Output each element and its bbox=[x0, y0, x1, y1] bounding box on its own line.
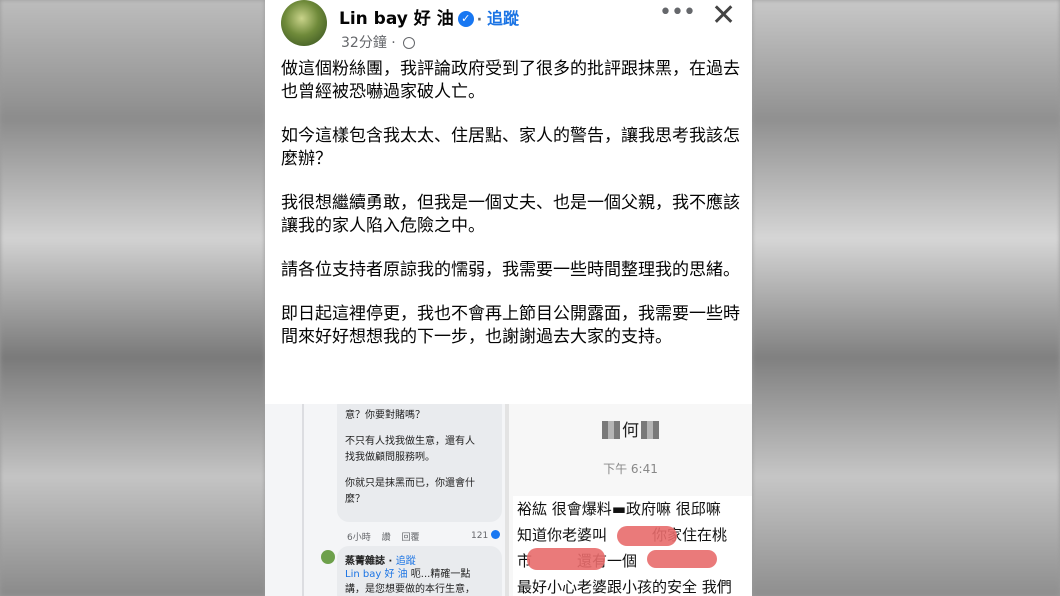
redaction-mark bbox=[527, 548, 605, 570]
commenter-name[interactable]: 蒸菁雜誌 bbox=[345, 556, 385, 567]
comment-line: Lin bay 好 油 呃...精確一點 bbox=[337, 567, 502, 582]
separator-dot: · bbox=[476, 12, 483, 28]
post-time[interactable]: 32分鐘 bbox=[341, 35, 387, 51]
message-line: 最好小心老婆跟小孩的安全 我們 bbox=[517, 578, 732, 596]
like-count-value: 121 bbox=[471, 531, 489, 541]
post-paragraph: 即日起這裡停更，我也不會再上節目公開露面，我需要一些時間來好好想想我的下一步，也… bbox=[281, 304, 740, 347]
like-icon bbox=[491, 530, 501, 539]
message-bubble: 裕紘 很會爆料▬政府嘛 很邱嘛 知道你老婆叫 你家住在桃 市 還有一個 最好小心… bbox=[513, 496, 752, 596]
chat-contact-name: 何 bbox=[509, 416, 752, 441]
like-action[interactable]: 讚 bbox=[382, 533, 391, 543]
comment-line: 找我做顧問服務咧。 bbox=[345, 452, 435, 463]
comment-line bbox=[337, 466, 502, 476]
follow-button[interactable]: 追蹤 bbox=[487, 9, 519, 28]
blurred-background-left bbox=[0, 0, 265, 596]
contact-name-text: 何 bbox=[622, 421, 639, 441]
comment-line: 麼？ bbox=[345, 494, 365, 505]
post-body: 做這個粉絲團，我評論政府受到了很多的批評跟抹黑，在過去也曾經被恐嚇過家破人亡。 … bbox=[281, 58, 741, 370]
post-header: Lin bay 好 油 ✓ · 追蹤 bbox=[339, 4, 519, 29]
comment-screenshot: 意？你要對賭嗎？ 不只有人找我做生意，還有人 找我做顧問服務咧。 你就只是抹黑而… bbox=[265, 404, 505, 596]
post-paragraph: 做這個粉絲團，我評論政府受到了很多的批評跟抹黑，在過去也曾經被恐嚇過家破人亡。 bbox=[281, 59, 740, 102]
blurred-background-right bbox=[752, 0, 1060, 596]
more-icon[interactable]: ••• bbox=[659, 0, 696, 25]
facebook-post: Lin bay 好 油 ✓ · 追蹤 32分鐘 · ••• ✕ 做這個粉絲團，我評論政… bbox=[265, 0, 752, 404]
redaction-mark bbox=[647, 550, 717, 568]
globe-icon bbox=[403, 37, 416, 49]
post-paragraph: 請各位支持者原諒我的懦弱，我需要一些時間整理我的思緒。 bbox=[281, 260, 740, 280]
mosaic-blur bbox=[641, 421, 659, 439]
verified-badge-icon: ✓ bbox=[457, 11, 474, 27]
like-count: 121 bbox=[471, 530, 501, 541]
comment-line: 意？你要對賭嗎？ bbox=[345, 410, 425, 421]
comment-line bbox=[337, 424, 502, 434]
comment-bubble: 蒸菁雜誌 · 追蹤 Lin bay 好 油 呃...精確一點 講，是您想要做的本… bbox=[337, 546, 502, 596]
mention-link[interactable]: Lin bay 好 油 bbox=[345, 569, 408, 580]
thread-line bbox=[302, 404, 304, 596]
post-paragraph: 如今這樣包含我太太、住居點、家人的警告，讓我思考我該怎麼辦？ bbox=[281, 126, 740, 169]
message-screenshot: 何 下午 6:41 裕紘 很會爆料▬政府嘛 很邱嘛 知道你老婆叫 你家住在桃 市… bbox=[509, 404, 752, 596]
comment-follow[interactable]: 追蹤 bbox=[396, 556, 416, 567]
comment-line: 講，是您想要做的本行生意， bbox=[345, 584, 475, 595]
post-meta: 32分鐘 · bbox=[341, 32, 416, 52]
post-paragraph: 我很想繼續勇敢，但我是一個丈夫、也是一個父親，我不應該讓我的家人陷入危險之中。 bbox=[281, 193, 740, 236]
redaction-mark bbox=[617, 526, 677, 546]
reply-action[interactable]: 回覆 bbox=[402, 533, 420, 543]
comment-line: 不只有人找我做生意，還有人 bbox=[345, 436, 475, 447]
comment-bubble: 意？你要對賭嗎？ 不只有人找我做生意，還有人 找我做顧問服務咧。 你就只是抹黑而… bbox=[337, 404, 502, 522]
mosaic-blur bbox=[602, 421, 620, 439]
author-name[interactable]: Lin bay 好 油 bbox=[339, 9, 454, 29]
comment-header: 蒸菁雜誌 · 追蹤 bbox=[345, 556, 416, 567]
comment-actions: 6小時 讚 回覆 bbox=[347, 530, 428, 543]
comment-line: 你就只是抹黑而已，你還會什 bbox=[345, 478, 475, 489]
avatar[interactable] bbox=[281, 0, 327, 46]
comment-text: 呃...精確一點 bbox=[407, 569, 471, 580]
close-icon[interactable]: ✕ bbox=[711, 0, 736, 33]
message-time: 下午 6:41 bbox=[603, 462, 658, 476]
comment-time: 6小時 bbox=[347, 533, 371, 543]
message-line: 裕紘 很會爆料▬政府嘛 很邱嘛 bbox=[517, 500, 721, 518]
commenter-avatar bbox=[321, 550, 335, 564]
